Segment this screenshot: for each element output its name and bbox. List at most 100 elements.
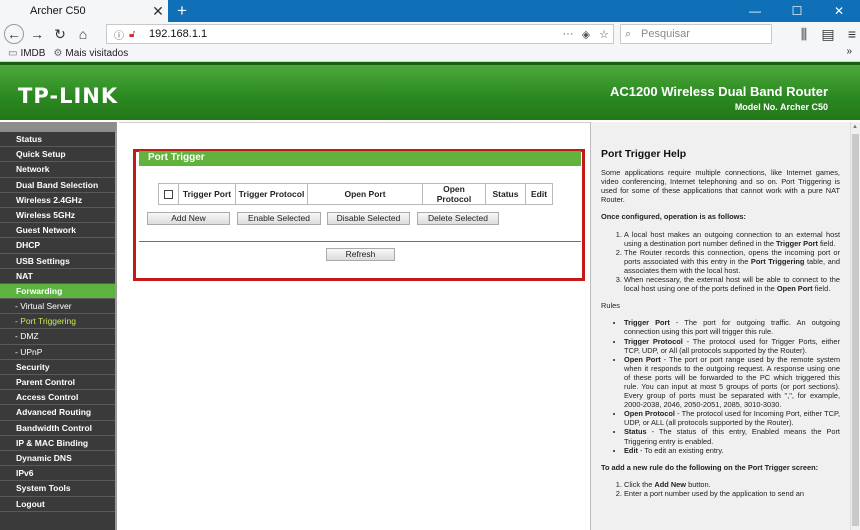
- help-rule: Trigger Protocol - The protocol used for…: [624, 337, 840, 355]
- tab-title: Archer C50: [30, 5, 86, 17]
- help-add-step: Enter a port number used by the applicat…: [624, 489, 840, 498]
- page-actions-icon[interactable]: ···: [559, 28, 577, 40]
- scroll-up-icon[interactable]: ▲: [851, 124, 859, 130]
- sidebar-item[interactable]: USB Settings: [0, 254, 115, 269]
- disable-selected-button[interactable]: Disable Selected: [327, 212, 410, 225]
- help-step: When necessary, the external host will b…: [624, 275, 840, 293]
- folder-icon: ▭: [8, 48, 18, 59]
- help-rule-name: Trigger Port: [624, 318, 670, 328]
- sidebar-item[interactable]: Network: [0, 162, 115, 178]
- help-rule: Edit - To edit an existing entry.: [624, 446, 840, 455]
- sidebar-item[interactable]: Security: [0, 360, 115, 375]
- back-arrow-icon[interactable]: ←: [4, 24, 24, 44]
- bookmark-imdb[interactable]: ▭ IMDB: [8, 48, 45, 59]
- help-add-step: Click the Add New button.: [624, 480, 840, 489]
- sidebar-item[interactable]: - Virtual Server: [0, 299, 115, 315]
- sidebar-item[interactable]: - Port Triggering: [0, 314, 115, 330]
- sidebar-icon[interactable]: ▤: [818, 24, 838, 44]
- close-icon[interactable]: ✕: [148, 3, 168, 20]
- help-steps-list: A local host makes an outgoing connectio…: [624, 230, 840, 294]
- help-configured-heading: Once configured, operation is as follows…: [601, 212, 746, 222]
- help-rule-name: Trigger Protocol: [624, 336, 683, 346]
- sidebar-item[interactable]: - UPnP: [0, 345, 115, 360]
- help-step-bold: Port Triggering: [750, 256, 805, 266]
- bookmark-most-visited[interactable]: ⚙ Mais visitados: [53, 48, 128, 59]
- col-status: Status: [485, 183, 526, 205]
- sidebar-item[interactable]: Dynamic DNS: [0, 451, 115, 467]
- info-icon[interactable]: ⓘ: [112, 27, 126, 42]
- help-rule: Trigger Port - The port for outgoing tra…: [624, 318, 840, 336]
- browser-tab-bar: Archer C50 ✕ + — ☐ ✕: [0, 0, 860, 22]
- sidebar-item[interactable]: Quick Setup: [0, 147, 115, 163]
- col-edit: Edit: [525, 183, 553, 205]
- sidebar-item[interactable]: Guest Network: [0, 223, 115, 239]
- sidebar-item[interactable]: Wireless 2.4GHz: [0, 193, 115, 208]
- sidebar-item[interactable]: - DMZ: [0, 329, 115, 345]
- sidebar-item[interactable]: Parent Control: [0, 375, 115, 391]
- reload-icon[interactable]: ↻: [50, 24, 70, 44]
- address-bar[interactable]: ⓘ 🔓︎ 192.168.1.1 ··· ◈ ☆: [106, 24, 614, 44]
- bookmark-star-icon[interactable]: ☆: [595, 28, 613, 41]
- close-window-button[interactable]: ✕: [818, 0, 860, 22]
- help-rule: Open Protocol - The protocol used for In…: [624, 409, 840, 427]
- title-divider: [139, 165, 581, 166]
- add-new-button[interactable]: Add New: [147, 212, 230, 225]
- sidebar-item[interactable]: Access Control: [0, 390, 115, 406]
- help-step-text: field.: [817, 238, 836, 248]
- router-header: TP-LINK AC1200 Wireless Dual Band Router…: [0, 62, 860, 120]
- sidebar-item[interactable]: System Tools: [0, 481, 115, 497]
- home-icon[interactable]: ⌂: [73, 24, 93, 44]
- bookmark-label: IMDB: [20, 48, 46, 59]
- select-all-checkbox[interactable]: [164, 190, 173, 200]
- help-rule-text: - The port or port range used by the rem…: [624, 354, 840, 410]
- sidebar-menu: Status Quick Setup Network Dual Band Select…: [0, 122, 117, 530]
- maximize-button[interactable]: ☐: [776, 0, 818, 22]
- browser-nav-bar: ← → ↻ ⌂ ⓘ 🔓︎ 192.168.1.1 ··· ◈ ☆ ⌕ Pesqu…: [0, 22, 860, 46]
- new-tab-button[interactable]: +: [172, 1, 192, 21]
- sidebar-item[interactable]: IP & MAC Binding: [0, 436, 115, 451]
- refresh-button[interactable]: Refresh: [326, 248, 395, 261]
- forward-arrow-icon[interactable]: →: [27, 24, 47, 44]
- bookmarks-bar: ▭ IMDB ⚙ Mais visitados »: [0, 46, 860, 62]
- panel-title: Port Trigger: [139, 151, 581, 165]
- pocket-icon[interactable]: ◈: [577, 28, 595, 41]
- sidebar-item[interactable]: Logout: [0, 497, 115, 512]
- sidebar-item[interactable]: Forwarding: [0, 283, 115, 300]
- sidebar-item[interactable]: Advanced Routing: [0, 405, 115, 421]
- url-text[interactable]: 192.168.1.1: [149, 28, 559, 40]
- insecure-lock-icon[interactable]: 🔓︎: [129, 29, 141, 40]
- help-rule-text: - To edit an existing entry.: [637, 445, 724, 455]
- search-input[interactable]: ⌕ Pesquisar: [620, 24, 772, 44]
- select-all-cell: [158, 183, 179, 205]
- delete-selected-button[interactable]: Delete Selected: [417, 212, 499, 225]
- help-panel: Port Trigger Help Some applications requ…: [590, 122, 850, 530]
- help-rules-heading: Rules: [601, 301, 620, 311]
- sidebar-item[interactable]: NAT: [0, 269, 115, 284]
- model-title: AC1200 Wireless Dual Band Router: [609, 84, 828, 99]
- bookmarks-more-icon[interactable]: »: [846, 46, 852, 57]
- sidebar-item[interactable]: Dual Band Selection: [0, 178, 115, 193]
- help-add-list: Click the Add New button.Enter a port nu…: [624, 480, 840, 498]
- help-rule-name: Edit: [624, 445, 638, 455]
- port-trigger-table: Trigger Port Trigger Protocol Open Port …: [158, 183, 553, 205]
- sidebar-item[interactable]: IPv6: [0, 466, 115, 482]
- col-trigger-protocol: Trigger Protocol: [235, 183, 308, 205]
- help-add-text: Enter a port number used by the applicat…: [624, 488, 804, 498]
- help-rule-name: Open Protocol: [624, 409, 675, 419]
- sidebar-item[interactable]: Status: [0, 132, 115, 148]
- library-icon[interactable]: ⫼: [794, 24, 814, 44]
- scroll-thumb[interactable]: [852, 134, 859, 526]
- help-step-bold: Trigger Port: [776, 238, 818, 248]
- col-open-port: Open Port: [307, 183, 423, 205]
- sidebar-item[interactable]: Bandwidth Control: [0, 421, 115, 436]
- menu-icon[interactable]: ≡: [842, 24, 860, 44]
- minimize-button[interactable]: —: [734, 0, 776, 22]
- sidebar-item[interactable]: DHCP: [0, 238, 115, 254]
- model-number: Model No. Archer C50: [734, 102, 828, 112]
- help-add-bold: Add New: [654, 479, 687, 489]
- sidebar-item[interactable]: Wireless 5GHz: [0, 208, 115, 224]
- search-icon: ⌕: [625, 27, 632, 40]
- help-rule: Open Port - The port or port range used …: [624, 355, 840, 410]
- enable-selected-button[interactable]: Enable Selected: [237, 212, 321, 225]
- browser-tab[interactable]: Archer C50 ✕: [0, 0, 168, 22]
